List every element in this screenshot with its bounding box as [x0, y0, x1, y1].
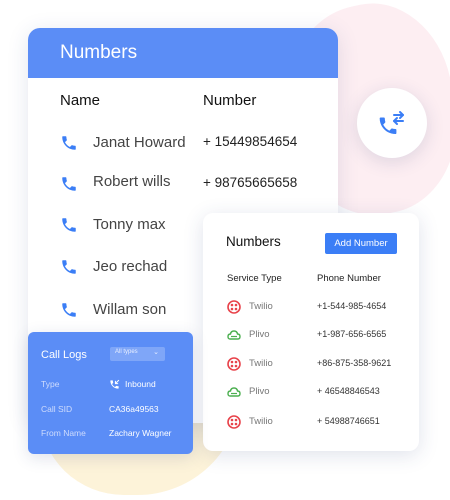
call-sid-value: CA36a49563 [109, 404, 159, 414]
type-value: Inbound [125, 379, 156, 389]
add-number-button[interactable]: Add Number [325, 233, 397, 254]
service-type: Twilio [249, 358, 273, 369]
call-sid-label: Call SID [41, 404, 73, 414]
number-row[interactable]: Plivo +1-987-656-6565 [227, 328, 407, 342]
contact-name: Janat Howard [93, 134, 186, 151]
incoming-call-icon [110, 379, 120, 389]
call-transfer-icon [379, 111, 404, 134]
contact-row[interactable]: Robert wills + 98765665658 [60, 173, 330, 195]
phone-number: +1-544-985-4654 [317, 301, 387, 311]
call-logs-title: Call Logs [41, 349, 87, 361]
service-type-header: Service Type [227, 273, 282, 284]
service-type: Twilio [249, 301, 273, 312]
twilio-icon [227, 415, 241, 429]
from-name-label: From Name [41, 428, 86, 438]
number-row[interactable]: Plivo + 46548846543 [227, 385, 407, 399]
phone-icon[interactable] [60, 301, 78, 319]
contact-row[interactable]: Janat Howard + 15449854654 [60, 132, 330, 154]
phone-icon[interactable] [60, 134, 78, 152]
contact-name: Robert wills [93, 173, 171, 190]
numbers-panel: Numbers Add Number Service Type Phone Nu… [203, 213, 419, 451]
contacts-card-title: Numbers [28, 28, 338, 78]
phone-number: +1-987-656-6565 [317, 329, 387, 339]
contact-name: Tonny max [93, 216, 166, 233]
twilio-icon [227, 357, 241, 371]
number-column-header: Number [203, 92, 257, 109]
phone-number: +86-875-358-9621 [317, 358, 392, 368]
contact-number: + 98765665658 [203, 175, 298, 190]
number-row[interactable]: Twilio + 54988746651 [227, 415, 407, 429]
type-label: Type [41, 379, 60, 389]
plivo-icon [227, 330, 241, 340]
contact-number: + 15449854654 [203, 134, 298, 149]
contact-name: Jeo rechad [93, 258, 168, 275]
service-type: Twilio [249, 416, 273, 427]
name-column-header: Name [60, 92, 101, 109]
call-type-filter-value: All types [115, 349, 138, 355]
service-type: Plivo [249, 329, 270, 340]
call-type-filter[interactable]: All types ⌄ [110, 347, 165, 361]
phone-icon[interactable] [60, 216, 78, 234]
phone-icon[interactable] [60, 175, 78, 193]
call-logs-card: Call Logs All types ⌄ Type Inbound Call … [28, 332, 193, 454]
numbers-panel-title: Numbers [226, 234, 281, 249]
number-row[interactable]: Twilio +1-544-985-4654 [227, 300, 407, 314]
twilio-icon [227, 300, 241, 314]
phone-number-header: Phone Number [317, 273, 381, 284]
number-row[interactable]: Twilio +86-875-358-9621 [227, 357, 407, 371]
phone-number: + 46548846543 [317, 386, 380, 396]
contact-name: Willam son [93, 301, 167, 318]
service-type: Plivo [249, 386, 270, 397]
chevron-down-icon: ⌄ [153, 349, 159, 356]
phone-number: + 54988746651 [317, 416, 380, 426]
plivo-icon [227, 387, 241, 397]
phone-icon[interactable] [60, 258, 78, 276]
from-name-value: Zachary Wagner [109, 428, 172, 438]
call-transfer-button[interactable] [357, 88, 427, 158]
